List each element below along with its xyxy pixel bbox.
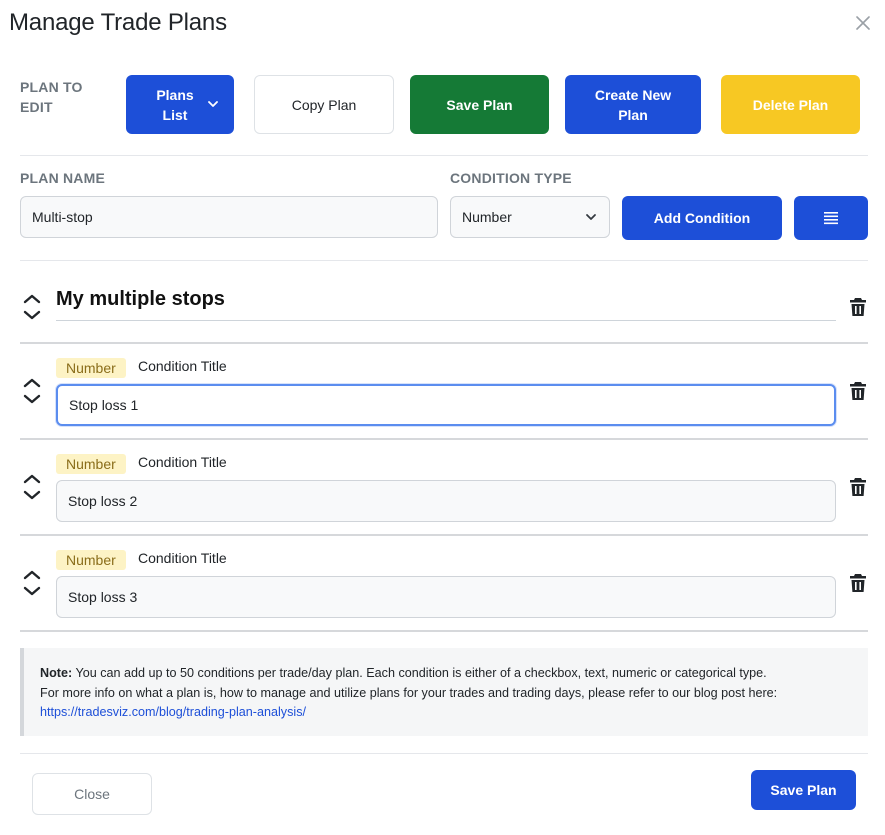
- footer-save-plan-button[interactable]: Save Plan: [751, 770, 856, 810]
- create-new-plan-button[interactable]: Create New Plan: [565, 75, 701, 134]
- chevron-down-icon: [586, 214, 596, 220]
- note-bold: Note:: [40, 666, 73, 680]
- plan-name-input[interactable]: Multi-stop: [20, 196, 438, 238]
- condition-type-badge: Number: [56, 358, 126, 378]
- modal-title: Manage Trade Plans: [9, 9, 227, 36]
- trash-icon[interactable]: [849, 477, 867, 497]
- section-separator: [20, 630, 868, 632]
- condition-title-label: Condition Title: [138, 358, 227, 374]
- section-separator: [20, 342, 868, 344]
- condition-title-label: Condition Title: [138, 550, 227, 566]
- reorder-chevrons-icon[interactable]: [22, 473, 42, 501]
- condition-title-value: Stop loss 3: [68, 589, 138, 605]
- plan-to-edit-label: PLAN TO EDIT: [20, 79, 83, 115]
- condition-title-label: Condition Title: [138, 454, 227, 470]
- note-text-2: For more info on what a plan is, how to …: [40, 685, 778, 700]
- condition-title-input[interactable]: Stop loss 1: [56, 384, 836, 426]
- divider: [20, 260, 868, 261]
- add-condition-button[interactable]: Add Condition: [622, 196, 782, 240]
- condition-title-value: Stop loss 1: [69, 397, 139, 413]
- condition-title-input[interactable]: Stop loss 2: [56, 480, 836, 522]
- condition-type-label: CONDITION TYPE: [450, 170, 572, 186]
- reorder-chevrons-icon[interactable]: [22, 293, 42, 321]
- save-plan-button[interactable]: Save Plan: [410, 75, 549, 134]
- chevron-down-icon: [208, 101, 218, 107]
- info-note: Note: You can add up to 50 conditions pe…: [20, 648, 868, 736]
- delete-plan-button[interactable]: Delete Plan: [721, 75, 860, 134]
- plan-name-value: Multi-stop: [32, 209, 93, 225]
- plans-list-button[interactable]: Plans List: [126, 75, 234, 134]
- condition-type-badge: Number: [56, 550, 126, 570]
- section-separator: [20, 438, 868, 440]
- close-button[interactable]: Close: [32, 773, 152, 815]
- plan-name-label: PLAN NAME: [20, 170, 106, 186]
- create-new-plan-label: Create New Plan: [594, 86, 672, 123]
- condition-title-input[interactable]: Stop loss 3: [56, 576, 836, 618]
- divider: [20, 155, 868, 156]
- close-icon[interactable]: [852, 12, 874, 34]
- divider: [20, 753, 868, 754]
- condition-title-value: Stop loss 2: [68, 493, 138, 509]
- reorder-chevrons-icon[interactable]: [22, 569, 42, 597]
- condition-type-select[interactable]: Number: [450, 196, 610, 238]
- trash-icon[interactable]: [849, 297, 867, 317]
- group-title[interactable]: My multiple stops: [56, 288, 225, 311]
- condition-type-badge: Number: [56, 454, 126, 474]
- trash-icon[interactable]: [849, 381, 867, 401]
- list-button[interactable]: [794, 196, 868, 240]
- list-icon: [824, 212, 838, 225]
- blog-link[interactable]: https://tradesviz.com/blog/trading-plan-…: [40, 705, 306, 719]
- trash-icon[interactable]: [849, 573, 867, 593]
- note-line-1: Note: You can add up to 50 conditions pe…: [40, 664, 852, 684]
- section-separator: [20, 534, 868, 536]
- group-title-underline: [56, 320, 836, 321]
- plans-list-label: Plans List: [156, 86, 194, 123]
- condition-type-value: Number: [462, 209, 512, 225]
- note-text-1: You can add up to 50 conditions per trad…: [72, 666, 767, 680]
- reorder-chevrons-icon[interactable]: [22, 377, 42, 405]
- copy-plan-button[interactable]: Copy Plan: [254, 75, 394, 134]
